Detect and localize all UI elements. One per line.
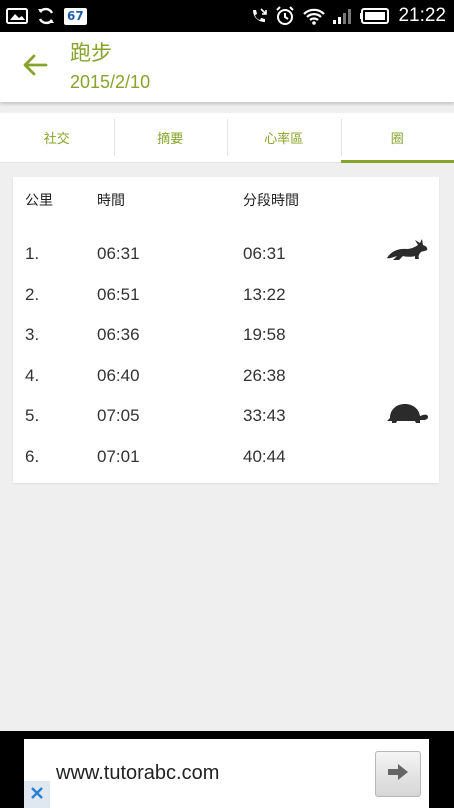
image-icon xyxy=(6,8,28,24)
status-bar: 67 21:22 xyxy=(0,0,454,32)
column-header-split: 分段時間 xyxy=(243,193,299,209)
lap-time: 06:36 xyxy=(97,325,140,344)
lap-time: 07:05 xyxy=(97,406,140,425)
lap-time: 06:40 xyxy=(97,366,140,385)
column-header-time: 時間 xyxy=(97,193,125,209)
laps-card: 公里 時間 分段時間 1. 06:31 06:31 2. 06:51 13:22… xyxy=(13,177,439,483)
table-row: 6. 07:01 40:44 xyxy=(13,437,439,477)
lap-split: 33:43 xyxy=(243,406,286,425)
close-icon xyxy=(30,785,44,804)
lap-split: 19:58 xyxy=(243,325,286,344)
tab-summary[interactable]: 摘要 xyxy=(113,113,228,162)
page-subtitle-date: 2015/2/10 xyxy=(70,72,151,92)
tab-heart-rate-zones[interactable]: 心率區 xyxy=(227,113,341,162)
lap-km: 1. xyxy=(25,244,40,263)
column-header-km: 公里 xyxy=(25,193,53,209)
sync-icon xyxy=(36,6,56,26)
battery-icon xyxy=(360,8,390,24)
table-row: 1. 06:31 06:31 xyxy=(13,234,439,274)
signal-icon xyxy=(332,7,354,25)
ad-content[interactable]: www.tutorabc.com xyxy=(24,739,429,808)
lap-km: 2. xyxy=(25,285,40,304)
arrow-right-icon xyxy=(386,762,410,786)
alarm-icon xyxy=(274,5,296,27)
status-time: 21:22 xyxy=(398,5,446,26)
lap-split: 06:31 xyxy=(243,244,286,263)
lap-km: 6. xyxy=(25,447,40,466)
notification-badge: 67 xyxy=(64,7,87,25)
table-row: 3. 06:36 19:58 xyxy=(13,315,439,355)
ad-close-button[interactable] xyxy=(24,781,50,808)
tab-bar: 社交 摘要 心率區 圈 xyxy=(0,113,454,163)
rabbit-icon xyxy=(385,238,429,279)
lap-time: 06:51 xyxy=(97,285,140,304)
lap-time: 06:31 xyxy=(97,244,140,263)
lap-time: 07:01 xyxy=(97,447,140,466)
table-header-row: 公里 時間 分段時間 xyxy=(13,181,439,221)
lap-split: 40:44 xyxy=(243,447,286,466)
lap-km: 5. xyxy=(25,406,40,425)
table-row: 2. 06:51 13:22 xyxy=(13,275,439,315)
page-title: 跑步 xyxy=(70,41,112,65)
ad-go-button[interactable] xyxy=(375,751,421,797)
wifi-icon xyxy=(302,6,326,26)
table-row: 4. 06:40 26:38 xyxy=(13,356,439,396)
ad-banner: www.tutorabc.com xyxy=(0,731,454,808)
lap-km: 4. xyxy=(25,366,40,385)
lap-km: 3. xyxy=(25,325,40,344)
table-row: 5. 07:05 33:43 xyxy=(13,396,439,436)
back-arrow-icon xyxy=(22,53,48,81)
tab-laps[interactable]: 圈 xyxy=(340,113,454,163)
lap-split: 13:22 xyxy=(243,285,286,304)
back-button[interactable] xyxy=(0,32,70,102)
ad-url-text[interactable]: www.tutorabc.com xyxy=(56,762,219,785)
tab-social[interactable]: 社交 xyxy=(0,113,114,162)
app-header: 跑步 2015/2/10 xyxy=(0,32,454,102)
missed-call-icon xyxy=(250,7,268,25)
lap-split: 26:38 xyxy=(243,366,286,385)
